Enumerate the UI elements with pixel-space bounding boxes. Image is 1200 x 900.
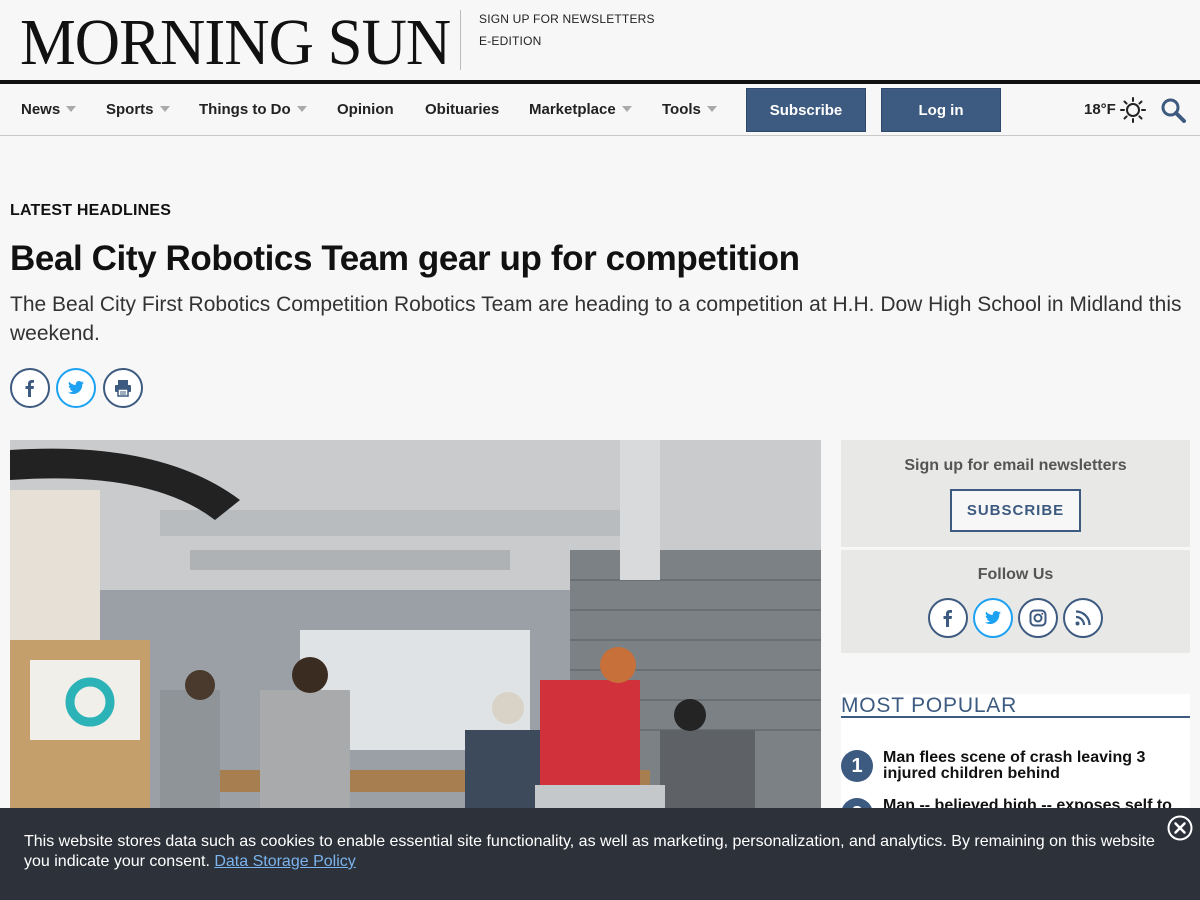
share-twitter-button[interactable] xyxy=(56,368,96,408)
twitter-icon xyxy=(985,611,1001,624)
chevron-down-icon xyxy=(706,106,717,113)
print-button[interactable] xyxy=(103,368,143,408)
e-edition-link[interactable]: E-EDITION xyxy=(479,34,655,48)
nav-item-label: Things to Do xyxy=(199,101,291,118)
newsletter-subscribe-button[interactable]: SUBSCRIBE xyxy=(950,489,1081,532)
cookie-banner-text: This website stores data such as cookies… xyxy=(24,832,1164,872)
newsletter-box: Sign up for email newsletters SUBSCRIBE xyxy=(841,440,1190,547)
cookie-message: This website stores data such as cookies… xyxy=(24,833,1155,870)
rank-badge: 1 xyxy=(841,750,873,782)
nav-item-label: Tools xyxy=(662,101,701,118)
rss-icon xyxy=(1075,610,1091,626)
login-button[interactable]: Log in xyxy=(881,88,1001,132)
follow-instagram-button[interactable] xyxy=(1018,598,1058,638)
chevron-down-icon xyxy=(159,106,170,113)
facebook-icon xyxy=(25,380,34,397)
nav-item-opinion[interactable]: Opinion xyxy=(337,84,394,136)
most-popular-title: MOST POPULAR xyxy=(841,694,1018,717)
share-facebook-button[interactable] xyxy=(10,368,50,408)
nav-item-news[interactable]: News xyxy=(21,84,77,136)
chevron-down-icon xyxy=(66,106,77,113)
site-logo[interactable]: Morning Sun xyxy=(20,10,451,76)
data-storage-policy-link[interactable]: Data Storage Policy xyxy=(214,853,355,870)
nav-item-label: Sports xyxy=(106,101,154,118)
nav-item-label: Obituaries xyxy=(425,101,500,118)
follow-us-title: Follow Us xyxy=(977,566,1054,583)
nav-item-label: Opinion xyxy=(337,101,394,118)
article-headline: Beal City Robotics Team gear up for comp… xyxy=(10,239,800,278)
newsletter-signup-link[interactable]: SIGN UP FOR NEWSLETTERS xyxy=(479,12,655,26)
close-icon[interactable] xyxy=(1167,815,1193,841)
nav-item-things-to-do[interactable]: Things to Do xyxy=(199,84,307,136)
instagram-icon xyxy=(1029,609,1047,627)
nav-item-label: Marketplace xyxy=(529,101,616,118)
follow-rss-button[interactable] xyxy=(1063,598,1103,638)
follow-twitter-button[interactable] xyxy=(973,598,1013,638)
nav-item-tools[interactable]: Tools xyxy=(662,84,717,136)
most-popular-rule xyxy=(841,716,1190,718)
nav-item-label: News xyxy=(21,101,61,118)
chevron-down-icon xyxy=(296,106,307,113)
nav-item-sports[interactable]: Sports xyxy=(106,84,170,136)
masthead-links: SIGN UP FOR NEWSLETTERS E-EDITION xyxy=(479,12,655,56)
facebook-icon xyxy=(943,610,952,627)
print-icon xyxy=(115,380,131,397)
main-nav: News Sports Things to Do Opinion Obituar… xyxy=(0,84,1200,136)
nav-item-marketplace[interactable]: Marketplace xyxy=(529,84,632,136)
cookie-banner: This website stores data such as cookies… xyxy=(0,808,1200,900)
sun-icon xyxy=(1120,97,1146,123)
masthead-divider xyxy=(460,10,461,70)
popular-story-link[interactable]: Man flees scene of crash leaving 3 injur… xyxy=(883,750,1190,782)
chevron-down-icon xyxy=(621,106,632,113)
search-icon[interactable] xyxy=(1160,97,1186,123)
twitter-icon xyxy=(68,381,84,394)
article-dek: The Beal City First Robotics Competition… xyxy=(10,293,1182,345)
nav-item-obituaries[interactable]: Obituaries xyxy=(425,84,499,136)
section-kicker[interactable]: LATEST HEADLINES xyxy=(10,202,171,220)
subscribe-button[interactable]: Subscribe xyxy=(746,88,866,132)
masthead: Morning Sun SIGN UP FOR NEWSLETTERS E-ED… xyxy=(0,0,1200,80)
follow-us-box: Follow Us xyxy=(841,550,1190,653)
newsletter-title: Sign up for email newsletters xyxy=(904,457,1127,474)
temperature-readout[interactable]: 18°F xyxy=(1084,84,1116,136)
follow-facebook-button[interactable] xyxy=(928,598,968,638)
